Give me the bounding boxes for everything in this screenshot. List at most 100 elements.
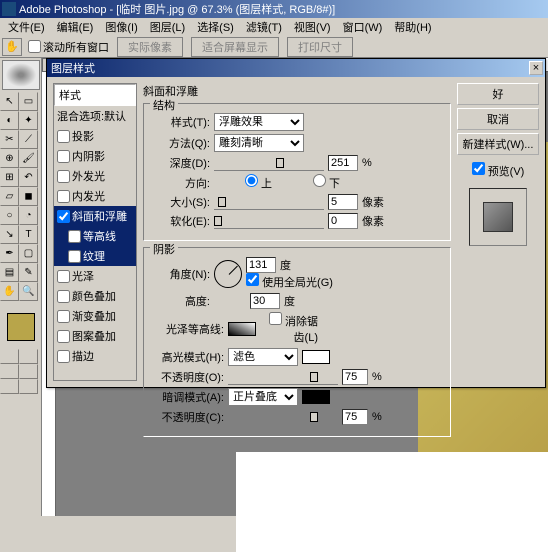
styles-header[interactable]: 样式 — [54, 84, 136, 106]
stamp-tool[interactable]: ⊞ — [0, 168, 19, 187]
brush-tool[interactable]: 🖌 — [19, 149, 38, 168]
eraser-tool[interactable]: ▱ — [0, 187, 19, 206]
bevel-emboss-item[interactable]: 斜面和浮雕 — [54, 206, 136, 226]
structure-group: 结构 样式(T): 浮雕效果 方法(Q): 雕刻清晰 深度(D): % 方向: … — [143, 103, 451, 241]
menu-help[interactable]: 帮助(H) — [388, 18, 437, 36]
hand-tool[interactable]: ✋ — [0, 282, 19, 301]
inner-glow-item[interactable]: 内发光 — [54, 186, 136, 206]
soften-slider[interactable] — [214, 213, 324, 229]
screen-mode-1[interactable] — [0, 364, 19, 379]
menu-select[interactable]: 选择(S) — [191, 18, 240, 36]
history-tool[interactable]: ↶ — [19, 168, 38, 187]
options-bar: ✋ 滚动所有窗口 实际像素 适合屏幕显示 打印尺寸 — [0, 36, 548, 58]
menu-file[interactable]: 文件(E) — [2, 18, 51, 36]
ok-button[interactable]: 好 — [457, 83, 539, 105]
shadow-mode-select[interactable]: 正片叠底 — [228, 388, 298, 406]
dialog-buttons: 好 取消 新建样式(W)... 预览(V) — [457, 83, 539, 381]
screen-mode-3[interactable] — [0, 379, 19, 394]
size-input[interactable] — [328, 194, 358, 210]
print-size-button[interactable]: 打印尺寸 — [287, 37, 353, 57]
drop-shadow-item[interactable]: 投影 — [54, 126, 136, 146]
menu-edit[interactable]: 编辑(E) — [51, 18, 100, 36]
menubar: 文件(E) 编辑(E) 图像(I) 图层(L) 选择(S) 滤镜(T) 视图(V… — [0, 18, 548, 36]
cancel-button[interactable]: 取消 — [457, 108, 539, 130]
quickmask-mode[interactable] — [19, 349, 38, 364]
screen-mode-2[interactable] — [19, 364, 38, 379]
preview-thumbnail — [469, 188, 527, 246]
size-slider[interactable] — [214, 194, 324, 210]
scroll-all-checkbox[interactable]: 滚动所有窗口 — [28, 39, 109, 55]
technique-select[interactable]: 雕刻清晰 — [214, 134, 304, 152]
actual-pixels-button[interactable]: 实际像素 — [117, 37, 183, 57]
direction-up-radio[interactable]: 上 — [214, 174, 272, 191]
stroke-item[interactable]: 描边 — [54, 346, 136, 366]
gloss-contour-picker[interactable] — [228, 322, 256, 336]
shadow-color-swatch[interactable] — [302, 390, 330, 404]
menu-window[interactable]: 窗口(W) — [337, 18, 389, 36]
highlight-mode-select[interactable]: 滤色 — [228, 348, 298, 366]
dialog-title: 图层样式 — [51, 60, 95, 76]
pen-tool[interactable]: ✒ — [0, 244, 19, 263]
contour-item[interactable]: 等高线 — [54, 226, 136, 246]
close-button[interactable]: × — [529, 61, 543, 75]
marquee-tool[interactable]: ▭ — [19, 92, 38, 111]
layer-style-dialog: 图层样式 × 样式 混合选项:默认 投影 内阴影 外发光 内发光 斜面和浮雕 等… — [46, 58, 546, 388]
menu-image[interactable]: 图像(I) — [99, 18, 143, 36]
shadow-opacity-input[interactable] — [342, 409, 368, 425]
shape-tool[interactable]: ▢ — [19, 244, 38, 263]
pattern-overlay-item[interactable]: 图案叠加 — [54, 326, 136, 346]
shadow-opacity-slider[interactable] — [228, 409, 338, 425]
mode-buttons — [0, 349, 40, 394]
settings-panel: 斜面和浮雕 结构 样式(T): 浮雕效果 方法(Q): 雕刻清晰 深度(D): … — [143, 83, 451, 381]
lasso-tool[interactable]: ◐ — [0, 111, 19, 130]
angle-dial[interactable] — [214, 260, 242, 288]
gradient-overlay-item[interactable]: 渐变叠加 — [54, 306, 136, 326]
global-light-checkbox[interactable]: 使用全局光(G) — [246, 277, 333, 289]
wand-tool[interactable]: ✦ — [19, 111, 38, 130]
crop-tool[interactable]: ✂ — [0, 130, 19, 149]
notes-tool[interactable]: ▤ — [0, 263, 19, 282]
inner-shadow-item[interactable]: 内阴影 — [54, 146, 136, 166]
blur-tool[interactable]: ○ — [0, 206, 19, 225]
blending-options-item[interactable]: 混合选项:默认 — [54, 106, 136, 126]
depth-slider[interactable] — [214, 155, 324, 171]
antialias-checkbox[interactable]: 消除锯齿(L) — [260, 312, 318, 345]
soften-input[interactable] — [328, 213, 358, 229]
path-tool[interactable]: ↘ — [0, 225, 19, 244]
standard-mode[interactable] — [0, 349, 19, 364]
shading-group: 阴影 角度(N): 度 使用全局光(G) 高度: 度 光泽等高线: 消除锯齿(L… — [143, 247, 451, 437]
dodge-tool[interactable]: ◔ — [19, 206, 38, 225]
foreground-color-swatch[interactable] — [7, 313, 35, 341]
gradient-tool[interactable]: ◼ — [19, 187, 38, 206]
jump-to[interactable] — [19, 379, 38, 394]
brush-preview — [2, 60, 40, 90]
satin-item[interactable]: 光泽 — [54, 266, 136, 286]
heal-tool[interactable]: ⊕ — [0, 149, 19, 168]
altitude-input[interactable] — [250, 293, 280, 309]
hand-tool-icon[interactable]: ✋ — [2, 38, 22, 56]
depth-input[interactable] — [328, 155, 358, 171]
toolbox: ↖▭ ◐✦ ✂⟋ ⊕🖌 ⊞↶ ▱◼ ○◔ ↘T ✒▢ ▤✎ ✋🔍 — [0, 58, 42, 516]
color-overlay-item[interactable]: 颜色叠加 — [54, 286, 136, 306]
app-icon — [2, 2, 16, 16]
preview-checkbox[interactable]: 预览(V) — [457, 162, 539, 179]
highlight-opacity-input[interactable] — [342, 369, 368, 385]
type-tool[interactable]: T — [19, 225, 38, 244]
menu-view[interactable]: 视图(V) — [288, 18, 337, 36]
texture-item[interactable]: 纹理 — [54, 246, 136, 266]
highlight-color-swatch[interactable] — [302, 350, 330, 364]
new-style-button[interactable]: 新建样式(W)... — [457, 133, 539, 155]
menu-filter[interactable]: 滤镜(T) — [240, 18, 288, 36]
highlight-opacity-slider[interactable] — [228, 369, 338, 385]
style-select[interactable]: 浮雕效果 — [214, 113, 304, 131]
eyedropper-tool[interactable]: ✎ — [19, 263, 38, 282]
app-title: Adobe Photoshop - [临时 图片.jpg @ 67.3% (图层… — [19, 1, 335, 17]
slice-tool[interactable]: ⟋ — [19, 130, 38, 149]
direction-down-radio[interactable]: 下 — [282, 174, 340, 191]
zoom-tool[interactable]: 🔍 — [19, 282, 38, 301]
move-tool[interactable]: ↖ — [0, 92, 19, 111]
menu-layer[interactable]: 图层(L) — [144, 18, 191, 36]
fit-screen-button[interactable]: 适合屏幕显示 — [191, 37, 279, 57]
outer-glow-item[interactable]: 外发光 — [54, 166, 136, 186]
angle-input[interactable] — [246, 257, 276, 273]
